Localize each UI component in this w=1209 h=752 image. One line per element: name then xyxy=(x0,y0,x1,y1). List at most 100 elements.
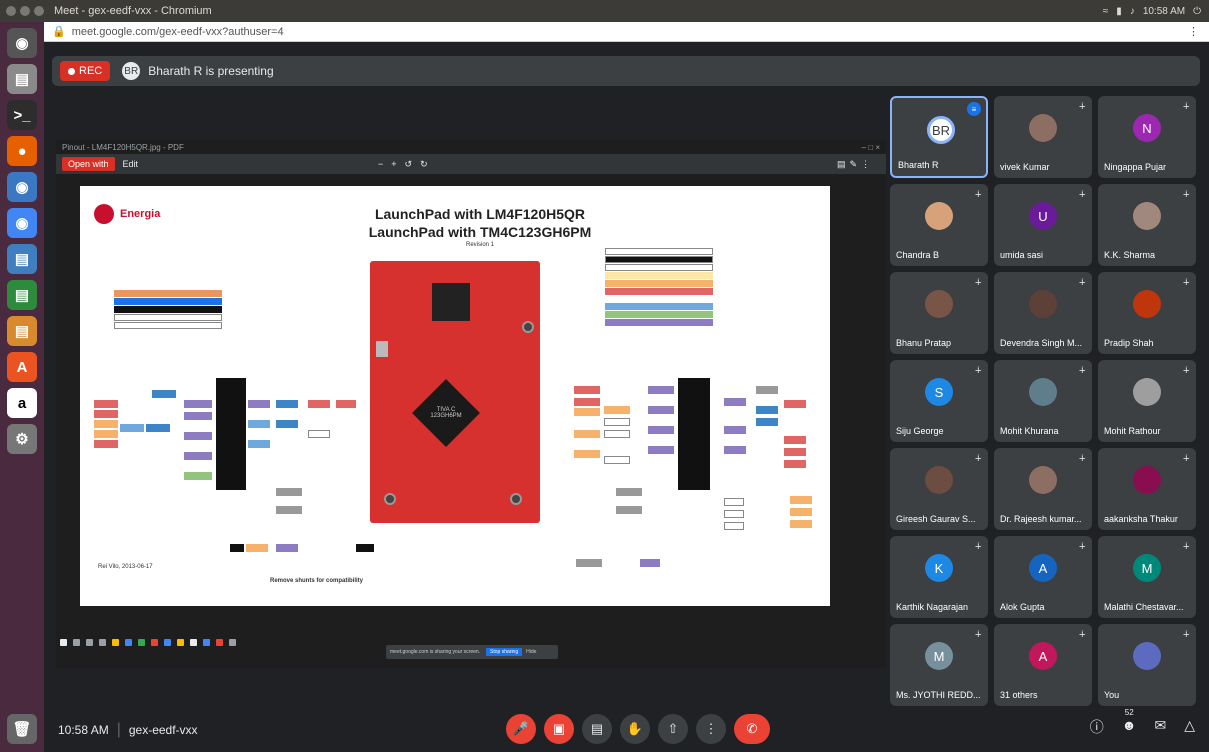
participant-tile[interactable]: M Malathi Chestavar... ∔ xyxy=(1098,536,1196,618)
impress-icon[interactable]: ▤ xyxy=(7,316,37,346)
writer-icon[interactable]: ▤ xyxy=(7,244,37,274)
taskbar-icon xyxy=(60,638,67,646)
mic-muted-icon: ∔ xyxy=(974,277,982,287)
legend-row xyxy=(114,306,222,313)
volume-icon[interactable]: ♪ xyxy=(1130,6,1135,17)
participant-name: Siju George xyxy=(896,426,944,436)
calc-icon[interactable]: ▤ xyxy=(7,280,37,310)
window-title: Meet - gex-eedf-vxx - Chromium xyxy=(54,5,212,17)
participant-tile[interactable]: A Alok Gupta ∔ xyxy=(994,536,1092,618)
captions-button[interactable]: ▤ xyxy=(582,714,612,744)
participant-tile[interactable]: Bhanu Pratap ∔ xyxy=(890,272,988,354)
camera-off-button[interactable]: ▣ xyxy=(544,714,574,744)
pdf-toolbar: Open with Edit −+↺↻ ▤✎⋮ xyxy=(56,154,886,174)
pin-label xyxy=(276,506,302,514)
participant-tile[interactable]: Devendra Singh M... ∔ xyxy=(994,272,1092,354)
debug-chip xyxy=(432,283,470,321)
legend-row xyxy=(605,288,713,295)
pin-label xyxy=(724,446,746,454)
pin-label xyxy=(616,488,642,496)
mic-off-button[interactable]: 🎤 xyxy=(506,714,536,744)
participant-tile[interactable]: Mohit Khurana ∔ xyxy=(994,360,1092,442)
ubuntu-home-icon[interactable]: ◉ xyxy=(7,28,37,58)
software-center-icon[interactable]: A xyxy=(7,352,37,382)
chat-icon[interactable]: ✉ xyxy=(1154,717,1166,737)
participant-tile[interactable]: Uumida sasi ∔ xyxy=(994,184,1092,266)
url-text[interactable]: meet.google.com/gex-eedf-vxx?authuser=4 xyxy=(72,26,284,38)
participant-avatar: BR xyxy=(927,116,955,144)
chrome-icon[interactable]: ◉ xyxy=(7,208,37,238)
info-icon[interactable]: ⓘ xyxy=(1090,717,1104,737)
participant-name: Chandra B xyxy=(896,250,940,260)
wifi-icon[interactable]: ≈ xyxy=(1103,6,1109,17)
doc-header: Pinout - LM4F120H5QR.jpg - PDF xyxy=(62,143,184,152)
participant-tile[interactable]: You ∔ xyxy=(1098,624,1196,706)
terminal-icon[interactable]: >_ xyxy=(7,100,37,130)
pin-label xyxy=(784,460,806,468)
settings-gear-icon[interactable]: ⚙ xyxy=(7,424,37,454)
participant-tile[interactable]: M Ms. JYOTHI REDD... ∔ xyxy=(890,624,988,706)
close-window-icon[interactable] xyxy=(6,6,16,16)
participant-tile[interactable]: A 31 others ∔ xyxy=(994,624,1092,706)
participant-tile[interactable]: S Siju George ∔ xyxy=(890,360,988,442)
power-icon[interactable]: ⏻ xyxy=(1193,6,1201,17)
pin-label xyxy=(184,432,212,440)
files-icon[interactable]: ▤ xyxy=(7,64,37,94)
maximize-window-icon[interactable] xyxy=(34,6,44,16)
mic-muted-icon: ∔ xyxy=(974,453,982,463)
window-buttons[interactable] xyxy=(6,6,44,16)
trash-icon[interactable]: 🗑 xyxy=(7,714,37,744)
speaking-icon: ≡ xyxy=(967,102,981,116)
minimize-window-icon[interactable] xyxy=(20,6,30,16)
pin-label xyxy=(246,544,268,552)
pin-label xyxy=(574,398,600,406)
pin-label xyxy=(152,390,176,398)
mic-muted-icon: ∔ xyxy=(1078,277,1086,287)
pin-label xyxy=(276,544,298,552)
participant-name: Alok Gupta xyxy=(1000,602,1045,612)
activities-icon[interactable]: △ xyxy=(1184,717,1195,737)
raise-hand-button[interactable]: ✋ xyxy=(620,714,650,744)
mic-muted-icon: ∔ xyxy=(1182,365,1190,375)
pin-label xyxy=(94,410,118,418)
more-options-button[interactable]: ⋮ xyxy=(696,714,726,744)
participant-name: K.K. Sharma xyxy=(1104,250,1156,260)
participant-avatar: S xyxy=(925,378,953,406)
participant-tile[interactable]: Mohit Rathour ∔ xyxy=(1098,360,1196,442)
edit-label: Edit xyxy=(122,159,139,169)
pin-label xyxy=(184,412,212,420)
pin-label xyxy=(604,406,630,414)
pin-label xyxy=(94,440,118,448)
presenter-text: Bharath R is presenting xyxy=(148,64,274,78)
participant-name: Pradip Shah xyxy=(1104,338,1154,348)
participant-tile[interactable]: K.K. Sharma ∔ xyxy=(1098,184,1196,266)
present-button[interactable]: ⇧ xyxy=(658,714,688,744)
participant-name: Bhanu Pratap xyxy=(896,338,952,348)
participant-tile[interactable]: N Ningappa Pujar ∔ xyxy=(1098,96,1196,178)
participant-tile[interactable]: K Karthik Nagarajan ∔ xyxy=(890,536,988,618)
browser-menu-icon[interactable]: ⋮ xyxy=(1188,25,1199,38)
participant-name: umida sasi xyxy=(1000,250,1044,260)
participant-tile[interactable]: Gireesh Gaurav S... ∔ xyxy=(890,448,988,530)
leave-call-button[interactable]: ✆ xyxy=(734,714,770,744)
launchpad-board: TIVA C 123GH6PM xyxy=(370,261,540,523)
participant-tile[interactable]: aakanksha Thakur ∔ xyxy=(1098,448,1196,530)
firefox-icon[interactable]: ● xyxy=(7,136,37,166)
legend-row xyxy=(605,303,713,310)
chromium-icon[interactable]: ◉ xyxy=(7,172,37,202)
mic-muted-icon: ∔ xyxy=(1182,541,1190,551)
amazon-icon[interactable]: a xyxy=(7,388,37,418)
battery-icon[interactable]: ▮ xyxy=(1116,6,1122,17)
legend-row xyxy=(605,280,713,287)
participant-avatar xyxy=(1133,202,1161,230)
participant-tile[interactable]: Chandra B ∔ xyxy=(890,184,988,266)
system-clock[interactable]: 10:58 AM xyxy=(1143,6,1185,17)
participant-tile[interactable]: vivek Kumar ∔ xyxy=(994,96,1092,178)
taskbar-icon xyxy=(138,638,145,646)
participant-tile[interactable]: Dr. Rajeesh kumar... ∔ xyxy=(994,448,1092,530)
pin-label xyxy=(648,426,674,434)
participant-tile[interactable]: BR Bharath R ≡ xyxy=(890,96,988,178)
address-bar[interactable]: 🔒 meet.google.com/gex-eedf-vxx?authuser=… xyxy=(44,22,1209,42)
participant-tile[interactable]: Pradip Shah ∔ xyxy=(1098,272,1196,354)
people-icon[interactable]: ☻ 52 xyxy=(1122,708,1137,737)
